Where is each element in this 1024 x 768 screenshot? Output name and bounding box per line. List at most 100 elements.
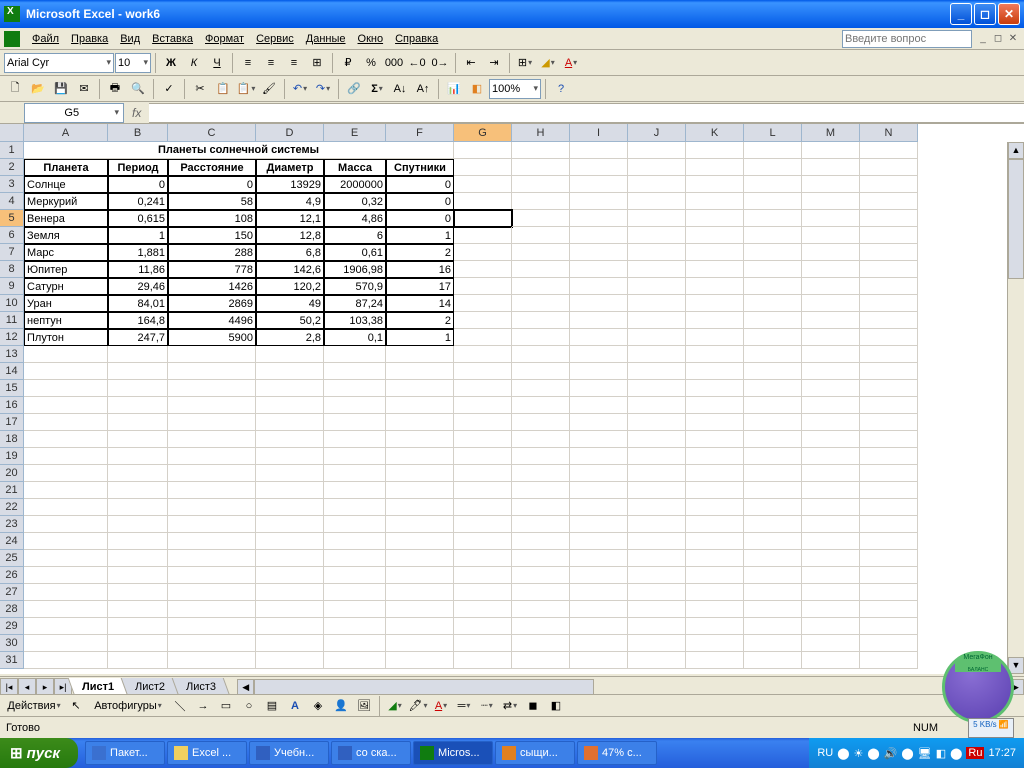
- cell[interactable]: [570, 499, 628, 516]
- comma-button[interactable]: 000: [383, 52, 405, 74]
- cell[interactable]: [744, 448, 802, 465]
- cell[interactable]: [570, 142, 628, 159]
- diagram-button[interactable]: ◈: [307, 695, 329, 717]
- scroll-up-button[interactable]: ▲: [1008, 142, 1024, 159]
- cell[interactable]: [324, 516, 386, 533]
- cell[interactable]: [454, 176, 512, 193]
- cell[interactable]: 2000000: [324, 176, 386, 193]
- cell[interactable]: [860, 278, 918, 295]
- scroll-thumb[interactable]: [1008, 159, 1024, 279]
- cell[interactable]: [324, 533, 386, 550]
- cell[interactable]: Спутники: [386, 159, 454, 176]
- cell[interactable]: [628, 312, 686, 329]
- column-header[interactable]: C: [168, 124, 256, 142]
- align-right-button[interactable]: ≡: [283, 52, 305, 74]
- cell[interactable]: [686, 346, 744, 363]
- increase-indent-button[interactable]: ⇥: [483, 52, 505, 74]
- cell[interactable]: [744, 618, 802, 635]
- picture-button[interactable]: 🖼: [353, 695, 375, 717]
- cell[interactable]: [628, 516, 686, 533]
- wordart-button[interactable]: A: [284, 695, 306, 717]
- cell[interactable]: [570, 295, 628, 312]
- cell[interactable]: [802, 652, 860, 669]
- cell[interactable]: [386, 618, 454, 635]
- cell[interactable]: [386, 550, 454, 567]
- cell[interactable]: [512, 414, 570, 431]
- cell[interactable]: [108, 363, 168, 380]
- cell[interactable]: [628, 159, 686, 176]
- cell[interactable]: [24, 499, 108, 516]
- cell[interactable]: [24, 482, 108, 499]
- cell[interactable]: [570, 414, 628, 431]
- row-header[interactable]: 29: [0, 618, 24, 635]
- borders-button[interactable]: ⊞: [514, 52, 536, 74]
- cell[interactable]: [512, 159, 570, 176]
- cell[interactable]: [386, 363, 454, 380]
- zoom-select[interactable]: 100%: [489, 79, 541, 99]
- cell[interactable]: [324, 652, 386, 669]
- cell[interactable]: [570, 550, 628, 567]
- format-painter-button[interactable]: 🖌: [258, 78, 280, 100]
- cell[interactable]: [24, 448, 108, 465]
- cell[interactable]: [108, 652, 168, 669]
- cell[interactable]: [744, 312, 802, 329]
- column-header[interactable]: A: [24, 124, 108, 142]
- cell[interactable]: [570, 584, 628, 601]
- cell[interactable]: [802, 193, 860, 210]
- email-button[interactable]: ✉: [73, 78, 95, 100]
- cell[interactable]: [512, 635, 570, 652]
- cell[interactable]: [256, 448, 324, 465]
- column-header[interactable]: M: [802, 124, 860, 142]
- cell[interactable]: 0,615: [108, 210, 168, 227]
- cell[interactable]: [686, 448, 744, 465]
- cell[interactable]: Сатурн: [24, 278, 108, 295]
- cell[interactable]: [628, 584, 686, 601]
- taskbar-button[interactable]: Excel ...: [167, 741, 247, 765]
- cell[interactable]: [860, 465, 918, 482]
- row-header[interactable]: 12: [0, 329, 24, 346]
- cell[interactable]: [744, 482, 802, 499]
- cell[interactable]: [628, 482, 686, 499]
- taskbar-button[interactable]: 47% с...: [577, 741, 657, 765]
- cell[interactable]: [570, 210, 628, 227]
- clock[interactable]: 17:27: [988, 747, 1016, 759]
- cell[interactable]: [744, 567, 802, 584]
- copy-button[interactable]: 📋: [212, 78, 234, 100]
- new-button[interactable]: 🗋: [4, 78, 26, 100]
- cell[interactable]: Планета: [24, 159, 108, 176]
- cell[interactable]: [386, 635, 454, 652]
- cell[interactable]: [324, 414, 386, 431]
- cell[interactable]: [108, 550, 168, 567]
- cell[interactable]: [324, 567, 386, 584]
- close-button[interactable]: ✕: [998, 3, 1020, 25]
- cell[interactable]: [570, 159, 628, 176]
- font-size-select[interactable]: 10: [115, 53, 151, 73]
- column-header[interactable]: J: [628, 124, 686, 142]
- cell[interactable]: [386, 448, 454, 465]
- cell[interactable]: Планеты солнечной системы: [24, 142, 454, 159]
- cell[interactable]: 6,8: [256, 244, 324, 261]
- textbox-button[interactable]: ▤: [261, 695, 283, 717]
- cell[interactable]: 6: [324, 227, 386, 244]
- cell[interactable]: [454, 210, 512, 227]
- cell[interactable]: [24, 516, 108, 533]
- cell[interactable]: [512, 601, 570, 618]
- row-header[interactable]: 23: [0, 516, 24, 533]
- cell[interactable]: [256, 533, 324, 550]
- cell[interactable]: [386, 482, 454, 499]
- chart-button[interactable]: 📊: [443, 78, 465, 100]
- column-header[interactable]: G: [454, 124, 512, 142]
- cell[interactable]: [24, 618, 108, 635]
- tray-icon[interactable]: ◧: [936, 747, 946, 760]
- cell[interactable]: 4,86: [324, 210, 386, 227]
- 3d-button[interactable]: ◧: [545, 695, 567, 717]
- network-widget[interactable]: 5 KB/s 📶: [968, 718, 1014, 738]
- cell[interactable]: [686, 584, 744, 601]
- cell[interactable]: [686, 499, 744, 516]
- cell[interactable]: [628, 346, 686, 363]
- cell[interactable]: 0,1: [324, 329, 386, 346]
- cell[interactable]: [168, 567, 256, 584]
- cell[interactable]: [512, 278, 570, 295]
- cell[interactable]: [454, 295, 512, 312]
- formula-input[interactable]: [149, 103, 1024, 123]
